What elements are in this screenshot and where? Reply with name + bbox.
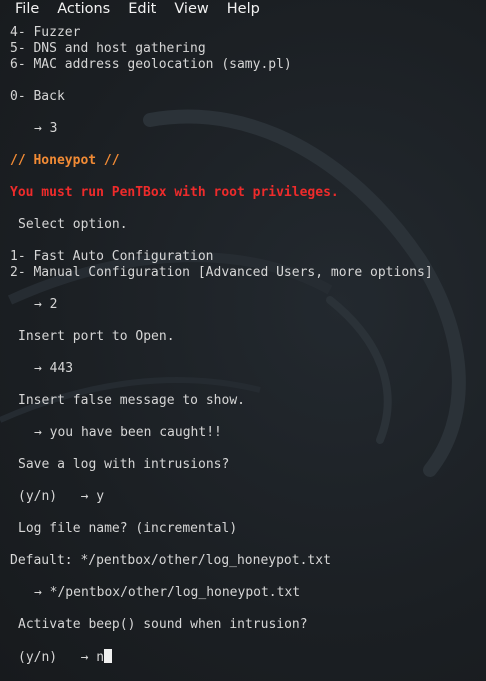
output-line: Save a log with intrusions?	[18, 457, 230, 472]
menu-actions[interactable]: Actions	[57, 0, 110, 18]
prompt-prefix: (y/n)	[18, 489, 58, 504]
input-line: → */pentbox/other/log_honeypot.txt	[10, 585, 433, 601]
menu-bar: File Actions Edit View Help	[0, 0, 486, 18]
input-value: y	[96, 489, 105, 504]
input-line: (y/n) → y	[10, 489, 433, 505]
output-line: Select option.	[18, 217, 128, 232]
prompt-arrow: →	[80, 650, 89, 665]
input-value: you have been caught!!	[49, 425, 222, 440]
output-line: Insert false message to show.	[18, 393, 245, 408]
input-value: 443	[49, 361, 74, 376]
input-line: → 2	[10, 297, 433, 313]
text-cursor	[104, 649, 113, 663]
prompt-arrow: →	[34, 297, 42, 312]
menu-view[interactable]: View	[174, 0, 208, 18]
menu-help[interactable]: Help	[227, 0, 260, 18]
warning-message: You must run PenTBox with root privilege…	[10, 185, 339, 200]
section-heading: // Honeypot //	[10, 153, 120, 168]
output-line: 6- MAC address geolocation (samy.pl)	[10, 57, 292, 72]
prompt-arrow: →	[80, 489, 89, 504]
input-line: → 3	[10, 121, 433, 137]
input-line: → 443	[10, 361, 433, 377]
terminal-output[interactable]: 4- Fuzzer 5- DNS and host gathering 6- M…	[10, 25, 433, 665]
menu-file[interactable]: File	[15, 0, 39, 18]
input-value: */pentbox/other/log_honeypot.txt	[49, 585, 301, 600]
prompt-arrow: →	[34, 425, 42, 440]
input-line: → you have been caught!!	[10, 425, 433, 441]
prompt-prefix: (y/n)	[18, 650, 58, 665]
output-line: 4- Fuzzer	[10, 25, 81, 40]
output-line: Log file name? (incremental)	[18, 521, 238, 536]
output-line: 0- Back	[10, 89, 65, 104]
output-line: 5- DNS and host gathering	[10, 41, 206, 56]
output-line: 2- Manual Configuration [Advanced Users,…	[10, 265, 433, 280]
active-input-line[interactable]: (y/n) → n	[10, 649, 433, 665]
output-line: Default: */pentbox/other/log_honeypot.tx…	[10, 553, 331, 568]
input-value: 3	[49, 121, 58, 136]
output-line: Activate beep() sound when intrusion?	[18, 617, 308, 632]
prompt-arrow: →	[34, 361, 42, 376]
input-value: 2	[49, 297, 58, 312]
terminal-window[interactable]: File Actions Edit View Help 4- Fuzzer 5-…	[0, 0, 486, 681]
menu-edit[interactable]: Edit	[128, 0, 156, 18]
prompt-arrow: →	[34, 585, 42, 600]
output-line: 1- Fast Auto Configuration	[10, 249, 214, 264]
output-line: Insert port to Open.	[18, 329, 175, 344]
input-value: n	[96, 650, 105, 665]
prompt-arrow: →	[34, 121, 42, 136]
